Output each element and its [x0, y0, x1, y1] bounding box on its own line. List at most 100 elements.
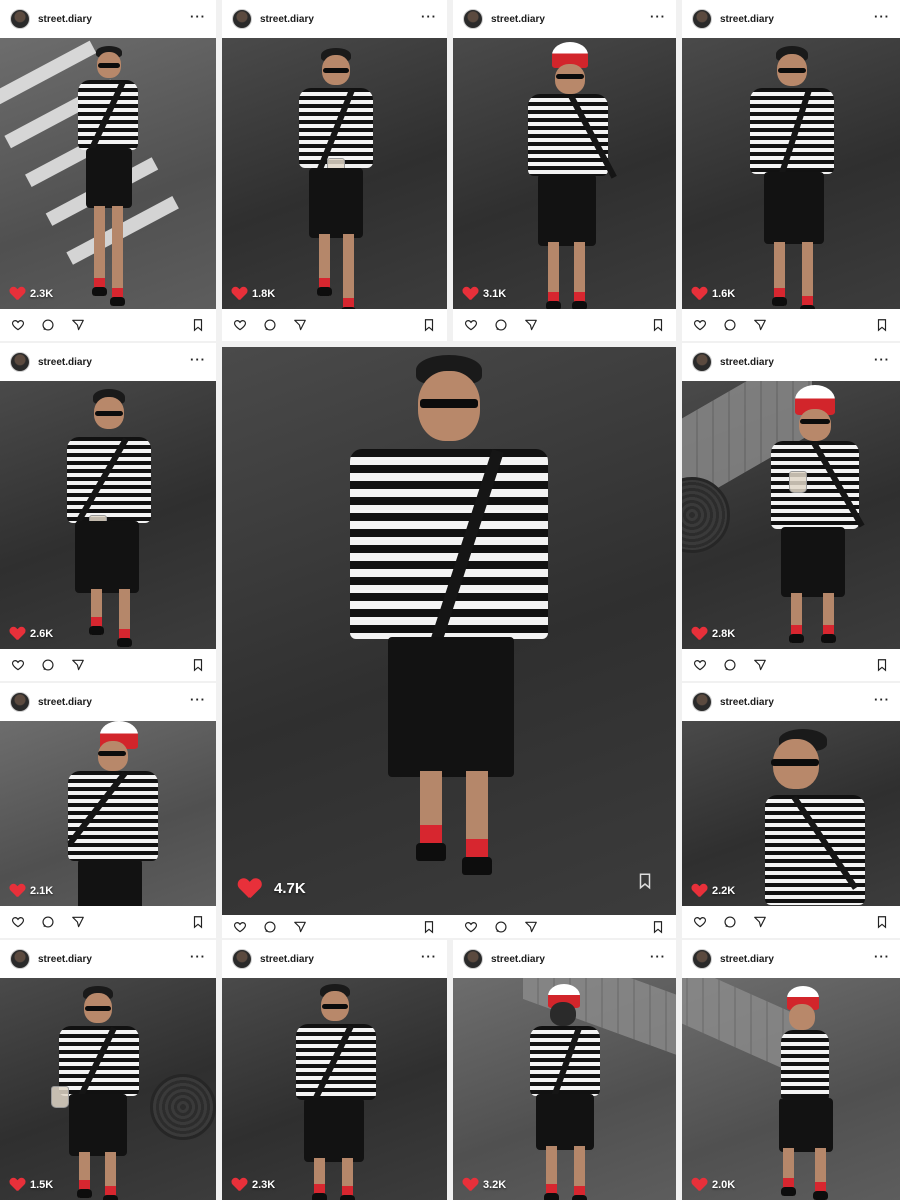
comment-icon[interactable] — [722, 657, 738, 673]
more-icon[interactable]: ··· — [650, 950, 666, 968]
avatar[interactable] — [692, 9, 712, 29]
avatar[interactable] — [232, 949, 252, 969]
share-icon[interactable] — [752, 657, 768, 673]
avatar[interactable] — [232, 9, 252, 29]
post-photo[interactable]: 3.1K — [453, 38, 676, 309]
username[interactable]: street.diary — [720, 954, 874, 965]
comment-icon[interactable] — [40, 657, 56, 673]
comment-icon[interactable] — [262, 317, 278, 333]
avatar[interactable] — [463, 9, 483, 29]
post-photo[interactable]: 2.0K — [682, 978, 900, 1200]
username[interactable]: street.diary — [491, 14, 650, 25]
more-icon[interactable]: ··· — [190, 353, 206, 371]
bookmark-icon[interactable] — [650, 919, 666, 935]
username[interactable]: street.diary — [38, 14, 190, 25]
post-photo[interactable]: 3.2K — [453, 978, 676, 1200]
heart-outline-icon[interactable] — [692, 317, 708, 333]
username[interactable]: street.diary — [720, 697, 874, 708]
post-photo[interactable]: 2.8K — [682, 381, 900, 649]
more-icon[interactable]: ··· — [874, 353, 890, 371]
username[interactable]: street.diary — [38, 954, 190, 965]
post-header: street.diary ··· — [682, 683, 900, 721]
post-photo[interactable]: 1.8K — [222, 38, 447, 309]
share-icon[interactable] — [70, 657, 86, 673]
heart-outline-icon[interactable] — [10, 657, 26, 673]
heart-filled-icon[interactable] — [239, 878, 260, 899]
post-photo[interactable]: 1.6K — [682, 38, 900, 309]
share-icon[interactable] — [292, 919, 308, 935]
heart-outline-icon[interactable] — [692, 657, 708, 673]
post-photo[interactable]: 2.3K — [222, 978, 447, 1200]
share-icon[interactable] — [523, 317, 539, 333]
comment-icon[interactable] — [722, 317, 738, 333]
avatar[interactable] — [692, 692, 712, 712]
bookmark-icon[interactable] — [190, 657, 206, 673]
post-photo[interactable]: 1.5K — [0, 978, 216, 1200]
avatar[interactable] — [692, 949, 712, 969]
comment-icon[interactable] — [722, 914, 738, 930]
more-icon[interactable]: ··· — [190, 10, 206, 28]
avatar[interactable] — [10, 352, 30, 372]
username[interactable]: street.diary — [720, 14, 874, 25]
post-photo[interactable]: 2.1K — [0, 721, 216, 906]
heart-outline-icon[interactable] — [232, 317, 248, 333]
bookmark-icon[interactable] — [190, 317, 206, 333]
bookmark-icon[interactable] — [421, 919, 437, 935]
comment-icon[interactable] — [40, 317, 56, 333]
post-card-8: street.diary ··· 2.2K — [682, 683, 900, 938]
share-icon[interactable] — [292, 317, 308, 333]
avatar[interactable] — [10, 9, 30, 29]
avatar[interactable] — [10, 692, 30, 712]
post-photo[interactable]: 2.6K — [0, 381, 216, 649]
more-icon[interactable]: ··· — [190, 693, 206, 711]
more-icon[interactable]: ··· — [650, 10, 666, 28]
more-icon[interactable]: ··· — [421, 950, 437, 968]
avatar[interactable] — [10, 949, 30, 969]
heart-outline-icon[interactable] — [692, 914, 708, 930]
username[interactable]: street.diary — [720, 357, 874, 368]
heart-outline-icon[interactable] — [463, 919, 479, 935]
more-icon[interactable]: ··· — [874, 950, 890, 968]
post-photo[interactable]: 2.3K — [0, 38, 216, 309]
action-bar — [0, 309, 216, 341]
more-icon[interactable]: ··· — [421, 10, 437, 28]
heart-filled-icon — [463, 287, 477, 301]
share-icon[interactable] — [70, 317, 86, 333]
more-icon[interactable]: ··· — [874, 693, 890, 711]
comment-icon[interactable] — [262, 919, 278, 935]
comment-icon[interactable] — [493, 919, 509, 935]
username[interactable]: street.diary — [260, 954, 421, 965]
share-icon[interactable] — [523, 919, 539, 935]
share-icon[interactable] — [752, 317, 768, 333]
bookmark-icon[interactable] — [874, 317, 890, 333]
like-count: 1.5K — [30, 1179, 54, 1191]
heart-outline-icon[interactable] — [10, 914, 26, 930]
featured-post-photo[interactable]: 4.7K — [222, 347, 676, 915]
username[interactable]: street.diary — [38, 697, 190, 708]
like-row: 2.8K — [692, 627, 735, 641]
more-icon[interactable]: ··· — [874, 10, 890, 28]
more-icon[interactable]: ··· — [190, 950, 206, 968]
bookmark-icon[interactable] — [636, 872, 654, 895]
bookmark-icon[interactable] — [874, 914, 890, 930]
avatar[interactable] — [463, 949, 483, 969]
heart-outline-icon[interactable] — [10, 317, 26, 333]
heart-outline-icon[interactable] — [463, 317, 479, 333]
person-figure — [68, 46, 148, 309]
username[interactable]: street.diary — [260, 14, 421, 25]
username[interactable]: street.diary — [491, 954, 650, 965]
comment-icon[interactable] — [40, 914, 56, 930]
bookmark-icon[interactable] — [874, 657, 890, 673]
heart-outline-icon[interactable] — [232, 919, 248, 935]
bookmark-icon[interactable] — [650, 317, 666, 333]
post-photo[interactable]: 2.2K — [682, 721, 900, 906]
share-icon[interactable] — [752, 914, 768, 930]
share-icon[interactable] — [70, 914, 86, 930]
person-figure — [324, 355, 574, 875]
username[interactable]: street.diary — [38, 357, 190, 368]
bookmark-icon[interactable] — [421, 317, 437, 333]
bookmark-icon[interactable] — [190, 914, 206, 930]
avatar[interactable] — [692, 352, 712, 372]
action-bar — [453, 309, 676, 341]
comment-icon[interactable] — [493, 317, 509, 333]
